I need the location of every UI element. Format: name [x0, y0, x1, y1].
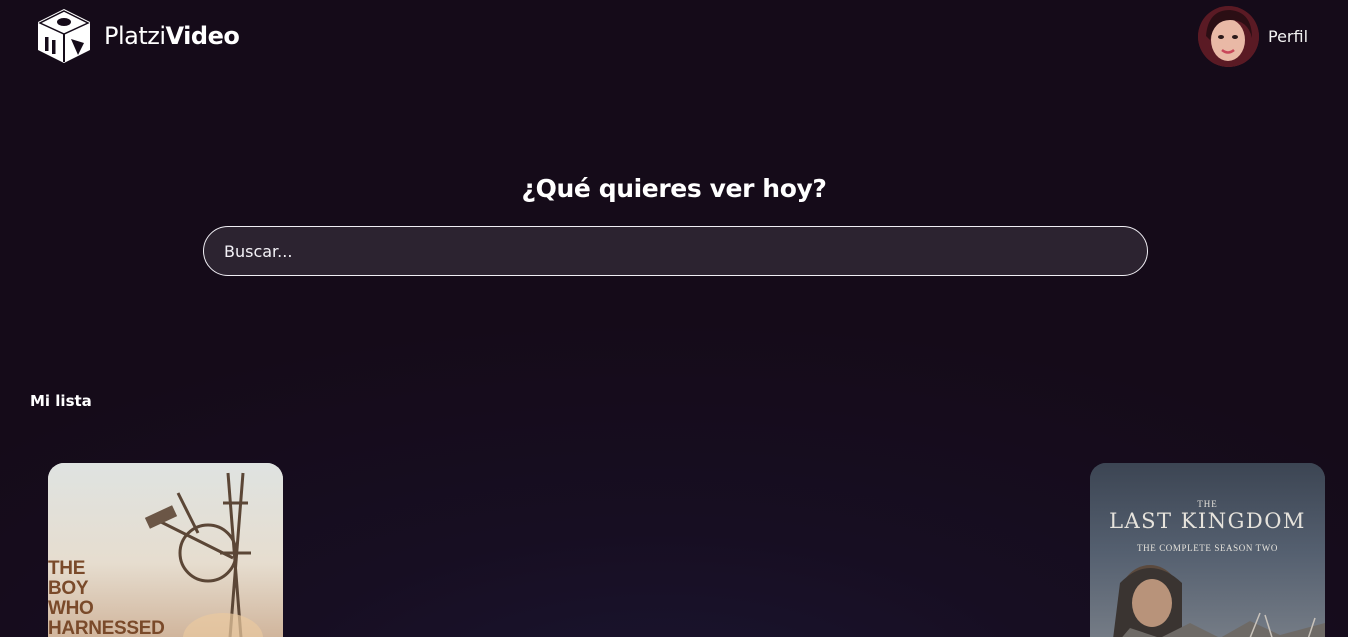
logo-text-bold: Video: [165, 22, 240, 50]
avatar-face-icon: [1198, 6, 1259, 67]
logo-text-light: Platzi: [104, 22, 166, 50]
hero-title: ¿Qué quieres ver hoy?: [521, 174, 827, 203]
search-input[interactable]: [203, 226, 1148, 276]
logo[interactable]: Platzi Video: [34, 7, 240, 65]
poster-title: THE BOY WHO HARNESSED: [48, 558, 165, 637]
user-avatar[interactable]: [1198, 6, 1259, 67]
poster-kicker: THE: [1197, 499, 1218, 509]
header: Platzi Video Perfil: [0, 0, 1348, 80]
poster-title: LAST KINGDOM: [1109, 509, 1306, 533]
poster-subtitle: THE COMPLETE SEASON TWO: [1137, 543, 1278, 553]
profile-menu[interactable]: Perfil: [1198, 6, 1308, 67]
profile-label[interactable]: Perfil: [1268, 27, 1308, 46]
carousel-item-boy-who-harnessed[interactable]: THE BOY WHO HARNESSED: [48, 463, 283, 637]
carousel-item-last-kingdom[interactable]: THE LAST KINGDOM THE COMPLETE SEASON TWO: [1090, 463, 1325, 637]
section-title-my-list: Mi lista: [30, 392, 92, 410]
logo-text: Platzi Video: [104, 22, 240, 50]
platzi-video-cube-icon: [38, 9, 90, 63]
